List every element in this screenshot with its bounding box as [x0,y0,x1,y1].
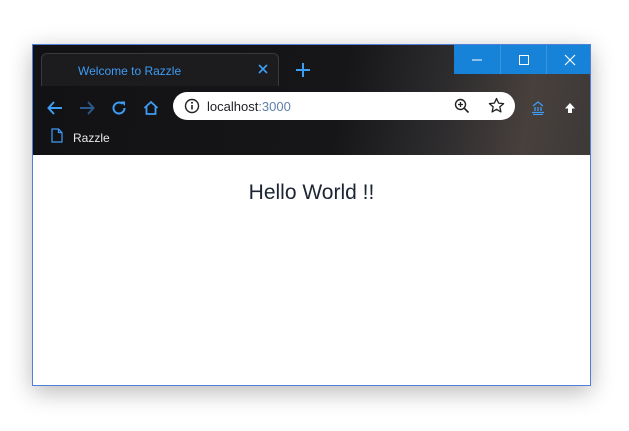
tab-welcome[interactable]: Welcome to Razzle [41,53,279,86]
reload-icon[interactable] [108,97,130,119]
url-host: localhost [207,99,259,114]
browser-window: Welcome to Razzle localhost:3000 Razzle … [32,44,591,386]
new-tab-plus-icon[interactable] [293,60,313,80]
page-icon [51,128,63,148]
forward-arrow-icon[interactable] [76,97,98,119]
bookmark-star-icon[interactable] [488,97,505,119]
url-text: localhost:3000 [207,99,291,114]
info-icon[interactable] [184,98,200,119]
minimize-icon[interactable] [454,45,500,74]
bookmark-item-razzle[interactable]: Razzle [51,128,110,148]
favicon-icon [52,65,62,75]
url-port: :3000 [258,99,291,114]
window-close-icon[interactable] [546,45,590,74]
browser-chrome: Welcome to Razzle localhost:3000 Razzle [33,45,590,155]
tab-title: Welcome to Razzle [78,64,182,78]
extension-icon[interactable] [527,97,549,119]
home-icon[interactable] [140,97,162,119]
update-arrow-up-icon[interactable] [559,97,581,119]
zoom-in-icon[interactable] [454,98,470,119]
maximize-icon[interactable] [500,45,547,74]
bookmark-label: Razzle [73,131,110,145]
address-bar[interactable]: localhost:3000 [173,92,515,120]
back-arrow-icon[interactable] [44,97,66,119]
page-heading: Hello World !! [248,181,375,204]
page-content: Hello World !! [33,155,590,385]
tab-close-icon[interactable] [256,62,270,76]
